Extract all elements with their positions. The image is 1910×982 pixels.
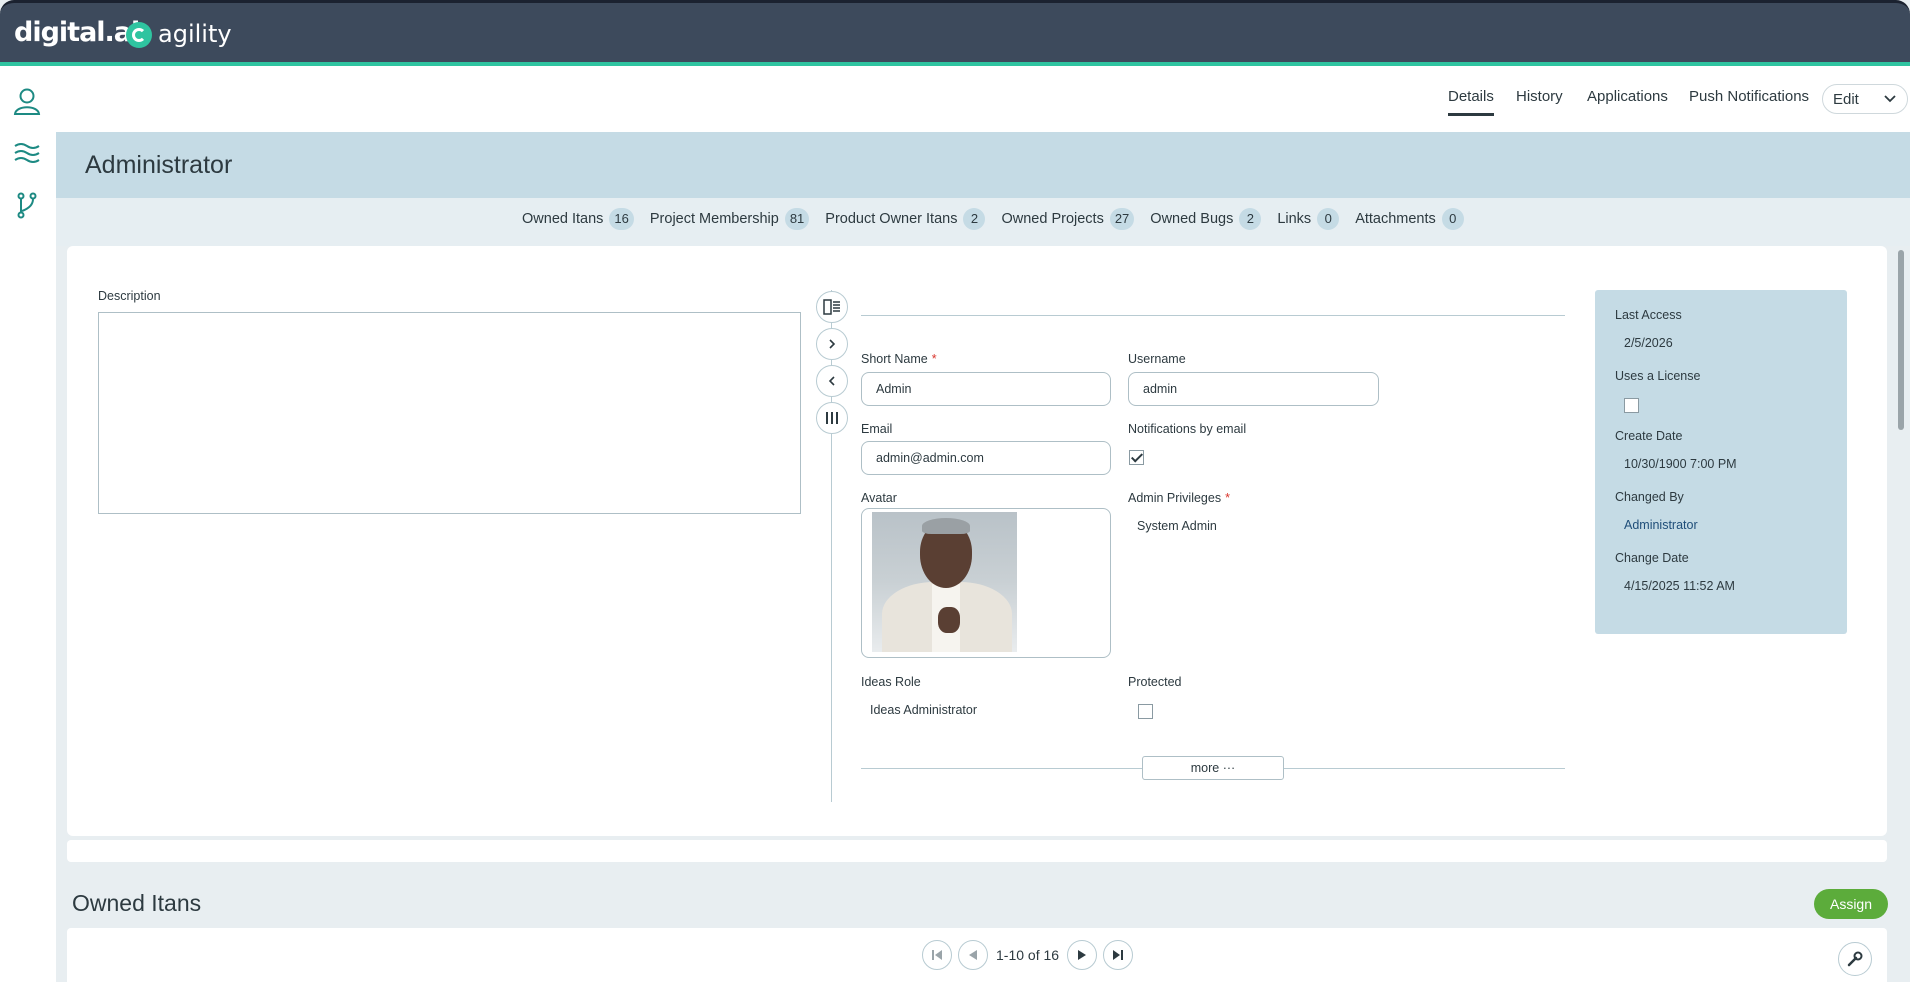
protected-checkbox[interactable]: [1138, 704, 1153, 719]
email-input[interactable]: admin@admin.com: [861, 441, 1111, 475]
pager-range: 1-10 of 16: [996, 947, 1060, 963]
owned-itans-title: Owned Itans: [72, 890, 202, 916]
uses-license-checkbox[interactable]: [1624, 398, 1639, 413]
tab-push-notifications[interactable]: Push Notifications: [1689, 88, 1809, 105]
last-access-label: Last Access: [1615, 308, 1682, 322]
change-date-value: 4/15/2025 11:52 AM: [1624, 579, 1735, 593]
email-label: Email: [861, 422, 893, 436]
count-badge: 0: [1317, 208, 1340, 230]
uses-license-label: Uses a License: [1615, 369, 1701, 383]
detail-tabs-bar: Details History Applications Push Notifi…: [56, 66, 1910, 132]
tab-history[interactable]: History: [1516, 88, 1563, 105]
admin-privileges-label: Admin Privileges *: [1128, 491, 1230, 505]
first-page-icon[interactable]: [922, 940, 952, 970]
chevron-left-icon[interactable]: [816, 365, 848, 397]
relation-product-owner-itans[interactable]: Product Owner Itans 2: [825, 208, 986, 230]
username-label: Username: [1128, 352, 1186, 366]
page-title: Administrator: [85, 151, 233, 179]
left-nav-rail: [0, 66, 56, 982]
count-badge: 16: [609, 208, 634, 230]
title-band: Administrator: [56, 132, 1910, 198]
assign-button[interactable]: Assign: [1814, 889, 1888, 919]
short-name-input[interactable]: Admin: [861, 372, 1111, 406]
relation-links[interactable]: Links 0: [1277, 208, 1340, 230]
notifications-checkbox[interactable]: [1129, 450, 1144, 465]
agility-product-name: agility: [158, 20, 232, 48]
count-badge: 27: [1109, 208, 1135, 230]
edit-dropdown-button[interactable]: Edit: [1822, 84, 1908, 114]
count-badge: 0: [1441, 208, 1464, 230]
details-card: Description Short Name * Admin Username a…: [67, 246, 1887, 836]
relation-owned-itans[interactable]: Owned Itans 16: [522, 208, 634, 230]
description-label: Description: [98, 289, 161, 303]
branch-icon[interactable]: [10, 188, 44, 222]
top-header: digital.ai agility: [0, 0, 1910, 66]
changed-by-label: Changed By: [1615, 490, 1684, 504]
create-date-label: Create Date: [1615, 429, 1683, 443]
relations-bar: Owned Itans 16 Project Membership 81 Produ…: [56, 198, 1910, 246]
relation-owned-projects[interactable]: Owned Projects 27: [1001, 208, 1135, 230]
owned-itans-grid: 1-10 of 16: [67, 928, 1887, 982]
avatar: [872, 512, 1017, 652]
page-scrollbar[interactable]: [1897, 246, 1905, 982]
more-button[interactable]: more ···: [1142, 756, 1284, 780]
tab-applications[interactable]: Applications: [1587, 88, 1668, 105]
count-badge: 2: [963, 208, 986, 230]
last-page-icon[interactable]: [1103, 940, 1134, 970]
create-date-value: 10/30/1900 7:00 PM: [1624, 457, 1737, 471]
protected-label: Protected: [1128, 675, 1182, 689]
layout-toggle-icon[interactable]: [816, 291, 848, 323]
description-editor[interactable]: [98, 312, 801, 514]
change-date-label: Change Date: [1615, 551, 1689, 565]
relation-owned-bugs[interactable]: Owned Bugs 2: [1150, 208, 1262, 230]
username-input[interactable]: admin: [1128, 372, 1379, 406]
count-badge: 81: [784, 208, 810, 230]
ideas-role-label: Ideas Role: [861, 675, 921, 689]
agility-logo-icon: [126, 22, 152, 48]
user-icon[interactable]: [10, 84, 44, 118]
info-side-panel: Last Access 2/5/2026 Uses a License Crea…: [1595, 290, 1847, 634]
avatar-label: Avatar: [861, 491, 897, 505]
backlog-waves-icon[interactable]: [10, 136, 44, 170]
wrench-icon[interactable]: [1838, 942, 1872, 976]
next-page-icon[interactable]: [1067, 940, 1098, 970]
pager: 1-10 of 16: [922, 940, 1134, 970]
chevron-right-icon[interactable]: [816, 328, 848, 360]
relation-attachments[interactable]: Attachments 0: [1355, 208, 1464, 230]
last-access-value: 2/5/2026: [1624, 336, 1673, 350]
count-badge: 2: [1239, 208, 1262, 230]
admin-privileges-value[interactable]: System Admin: [1137, 519, 1217, 533]
changed-by-link[interactable]: Administrator: [1624, 518, 1698, 532]
avatar-upload[interactable]: [861, 508, 1111, 658]
notifications-label: Notifications by email: [1128, 422, 1247, 436]
chevron-down-icon: [1883, 92, 1897, 110]
previous-page-icon[interactable]: [958, 940, 988, 970]
section-divider-top: [861, 315, 1565, 316]
edit-label: Edit: [1833, 90, 1859, 108]
short-name-label: Short Name *: [861, 352, 937, 366]
digitalai-logo[interactable]: digital.ai: [14, 17, 140, 48]
empty-panel-strip: [67, 840, 1887, 862]
scrollbar-thumb[interactable]: [1898, 250, 1904, 430]
relation-project-membership[interactable]: Project Membership 81: [650, 208, 810, 230]
columns-icon[interactable]: [816, 402, 848, 434]
ideas-role-value[interactable]: Ideas Administrator: [870, 703, 977, 717]
tab-details[interactable]: Details: [1448, 88, 1494, 116]
